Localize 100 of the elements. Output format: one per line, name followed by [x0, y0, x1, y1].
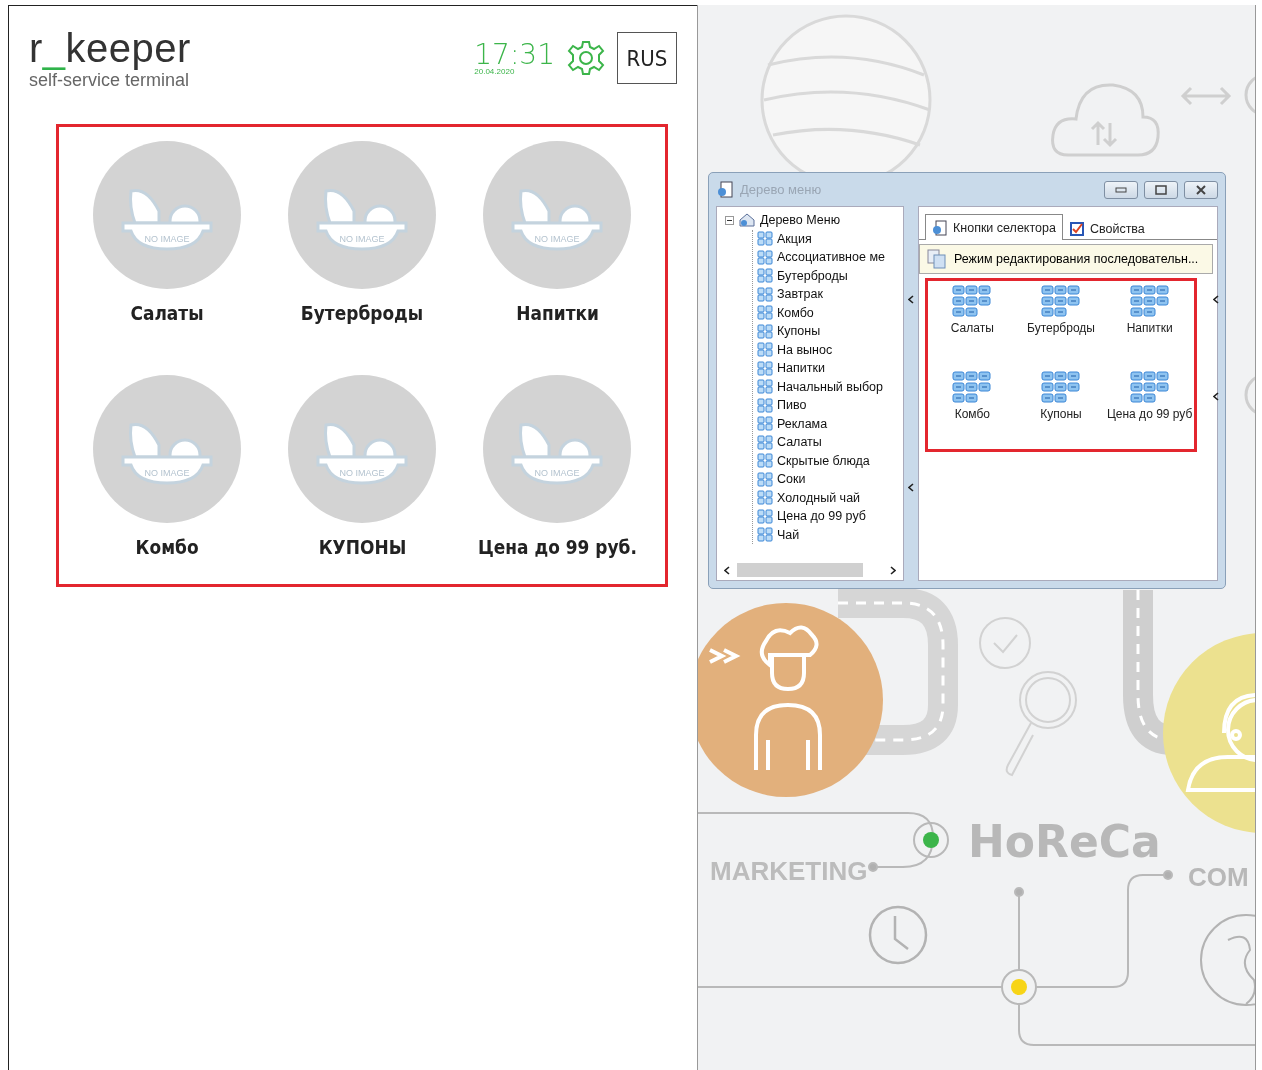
button-grid-icon — [1129, 285, 1170, 317]
maximize-button[interactable] — [1144, 180, 1178, 199]
panel-tab[interactable]: Кнопки селектора — [925, 214, 1063, 240]
button-grid-icon — [952, 285, 993, 317]
app-logo: r_keeper — [29, 26, 191, 70]
button-grid-icon — [757, 342, 773, 358]
button-grid-icon — [757, 249, 773, 265]
tree-item[interactable]: Соки — [777, 472, 806, 487]
chevron-left-icon — [908, 482, 914, 492]
button-grid-icon — [757, 323, 773, 339]
maximize-icon — [1155, 184, 1167, 195]
menu-tree-icon — [738, 212, 756, 229]
button-grid-icon — [757, 231, 773, 247]
clock-time: 17:31 — [474, 40, 555, 69]
collapse-panel-button[interactable] — [908, 480, 914, 494]
no-image-text: NO IMAGE — [339, 234, 385, 244]
globe-icon — [1200, 914, 1255, 1006]
tree-item[interactable]: Салаты — [777, 435, 822, 450]
clock-date: 20.04.2020 — [474, 66, 515, 76]
button-grid-icon — [757, 416, 773, 432]
no-image-text: NO IMAGE — [534, 468, 580, 478]
close-icon — [1195, 184, 1207, 195]
no-image-text: NO IMAGE — [534, 234, 580, 244]
tree-item[interactable]: Пиво — [777, 398, 807, 413]
button-grid-icon — [757, 268, 773, 284]
magnifier-icon — [1005, 671, 1077, 776]
checklist-icon — [1068, 221, 1085, 237]
button-grid-icon — [757, 434, 773, 450]
button-grid-icon — [757, 453, 773, 469]
selector-item[interactable]: Купоны — [1016, 369, 1106, 455]
app-subtitle: self-service terminal — [29, 70, 191, 91]
horeca-label: HoReCa — [968, 816, 1161, 867]
tree-item[interactable]: Реклама — [777, 416, 828, 431]
minimize-button[interactable] — [1104, 180, 1138, 199]
category-label[interactable]: Напитки — [516, 301, 599, 325]
category-label[interactable]: Бутерброды — [300, 301, 424, 325]
double-arrow-icon — [1180, 86, 1232, 106]
check-circle-icon — [979, 617, 1031, 669]
tree-item[interactable]: Холодный чай — [777, 490, 861, 505]
copy-pages-icon — [926, 248, 948, 270]
tree-item[interactable]: Напитки — [777, 361, 825, 376]
chevron-left-icon — [1213, 392, 1219, 401]
button-grid-icon — [757, 508, 773, 524]
button-grid-icon — [1041, 371, 1081, 403]
selector-item[interactable]: Салаты — [928, 283, 1017, 369]
tree-item[interactable]: На вынос — [777, 342, 833, 357]
tree-item[interactable]: Акция — [777, 231, 812, 246]
cloud-upload-icon — [1051, 83, 1160, 157]
button-grid-icon — [757, 397, 773, 413]
status-dot — [913, 822, 949, 858]
collapse-icon[interactable] — [725, 215, 734, 225]
tree-item[interactable]: Чай — [777, 527, 800, 542]
language-button[interactable]: RUS — [617, 32, 677, 84]
chevron-right-icon — [890, 566, 896, 575]
tree-item[interactable]: Цена до 99 руб — [777, 509, 866, 524]
tree-item[interactable]: Комбо — [777, 305, 814, 320]
chevron-left-icon — [908, 295, 914, 305]
chevron-left-icon — [724, 566, 730, 575]
no-image-text: NO IMAGE — [339, 468, 385, 478]
button-grid-icon — [1129, 371, 1170, 403]
tree-item[interactable]: Дерево Меню — [760, 213, 841, 228]
collapse-panel-button[interactable] — [1213, 293, 1219, 306]
button-grid-icon — [757, 305, 773, 321]
button-grid-icon — [757, 286, 773, 302]
collapse-panel-button[interactable] — [908, 293, 914, 307]
button-grid-icon — [757, 471, 773, 487]
tree-item[interactable]: Бутерброды — [777, 268, 848, 283]
category-label[interactable]: Салаты — [130, 301, 204, 325]
clock-icon — [868, 905, 928, 965]
category-label[interactable]: Цена до 99 руб. — [477, 535, 637, 559]
document-icon — [932, 219, 948, 236]
button-grid-icon — [757, 527, 773, 543]
tree-item[interactable]: Завтрак — [777, 287, 823, 302]
selector-item[interactable]: Напитки — [1105, 283, 1194, 369]
settings-icon[interactable] — [567, 39, 605, 77]
button-grid-icon — [757, 360, 773, 376]
tree-item[interactable]: Скрытые блюда — [777, 453, 870, 468]
selector-item[interactable]: Цена до 99 руб — [1105, 369, 1194, 455]
selector-item[interactable]: Бутерброды — [1016, 283, 1106, 369]
category-label[interactable]: КУПОНЫ — [318, 535, 406, 559]
tree-item[interactable]: Ассоциативное ме — [777, 250, 885, 265]
button-grid-icon — [757, 379, 773, 395]
mode-label: Режим редактирования последовательн... — [954, 252, 1199, 266]
button-grid-icon — [952, 371, 993, 403]
close-button[interactable] — [1184, 180, 1218, 199]
collapse-panel-button[interactable] — [1213, 390, 1219, 403]
com-label: COM — [1188, 862, 1249, 892]
status-dot — [1001, 969, 1037, 1005]
category-label[interactable]: Комбо — [135, 535, 199, 559]
chevron-left-icon — [1213, 295, 1219, 304]
minimize-icon — [1115, 186, 1127, 193]
no-image-text: NO IMAGE — [144, 468, 190, 478]
tree-item[interactable]: Начальный выбор — [777, 379, 883, 394]
selector-item[interactable]: Комбо — [928, 369, 1017, 455]
no-image-text: NO IMAGE — [144, 234, 190, 244]
tree-item[interactable]: Купоны — [777, 324, 821, 339]
button-grid-icon — [757, 490, 773, 506]
button-grid-icon — [1041, 285, 1081, 317]
scrollbar-thumb[interactable] — [737, 563, 863, 577]
document-icon — [716, 180, 734, 199]
